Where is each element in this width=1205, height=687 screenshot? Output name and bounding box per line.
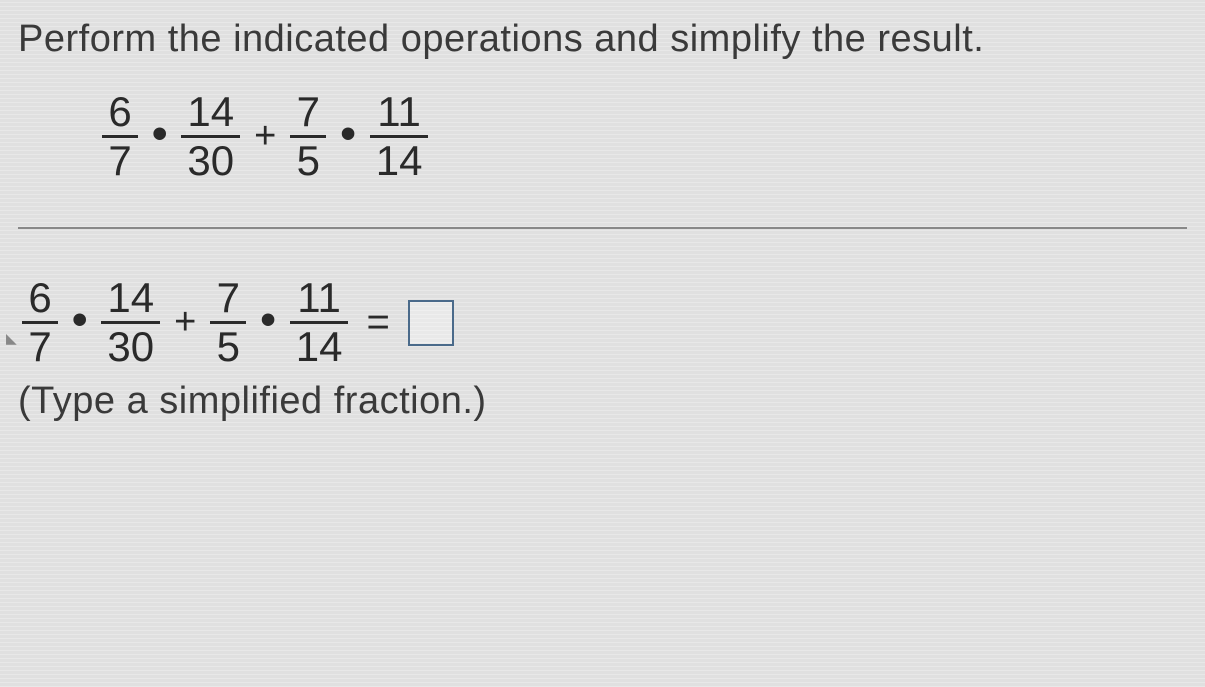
equals-sign: = — [366, 300, 389, 345]
plus-operator: + — [174, 301, 196, 344]
fraction-2: 14 30 — [101, 277, 160, 368]
fraction-3: 7 5 — [290, 91, 326, 182]
multiply-dot-2: • — [340, 109, 355, 159]
fraction-4-denominator: 14 — [370, 138, 429, 182]
fraction-1: 6 7 — [102, 91, 138, 182]
section-divider — [18, 227, 1187, 229]
fraction-2-numerator: 14 — [181, 91, 240, 135]
answer-hint: (Type a simplified fraction.) — [18, 380, 1187, 423]
fraction-4: 11 14 — [290, 277, 349, 368]
fraction-3-numerator: 7 — [291, 91, 326, 135]
fraction-3: 7 5 — [210, 277, 246, 368]
fraction-1-denominator: 7 — [102, 138, 137, 182]
fraction-4-denominator: 14 — [290, 324, 349, 368]
multiply-dot-1: • — [72, 295, 87, 345]
problem-expression: 6 7 • 14 30 + 7 5 • 11 14 — [98, 91, 1187, 182]
fraction-4-numerator: 11 — [371, 91, 427, 135]
plus-operator: + — [254, 115, 276, 158]
fraction-3-denominator: 5 — [211, 324, 246, 368]
multiply-dot-2: • — [260, 295, 275, 345]
fraction-2-denominator: 30 — [181, 138, 240, 182]
fraction-1-denominator: 7 — [22, 324, 57, 368]
fraction-2: 14 30 — [181, 91, 240, 182]
fraction-1-numerator: 6 — [102, 91, 137, 135]
fraction-4: 11 14 — [370, 91, 429, 182]
fraction-3-denominator: 5 — [291, 138, 326, 182]
fraction-1-numerator: 6 — [22, 277, 57, 321]
fraction-2-denominator: 30 — [101, 324, 160, 368]
answer-input[interactable] — [408, 300, 454, 346]
fraction-3-numerator: 7 — [211, 277, 246, 321]
fraction-1: 6 7 — [22, 277, 58, 368]
marker-icon: ◣ — [6, 330, 20, 344]
instruction-text: Perform the indicated operations and sim… — [18, 18, 1187, 61]
fraction-4-numerator: 11 — [291, 277, 347, 321]
fraction-2-numerator: 14 — [101, 277, 160, 321]
answer-expression: 6 7 • 14 30 + 7 5 • 11 14 = — [18, 277, 1187, 368]
multiply-dot-1: • — [152, 109, 167, 159]
